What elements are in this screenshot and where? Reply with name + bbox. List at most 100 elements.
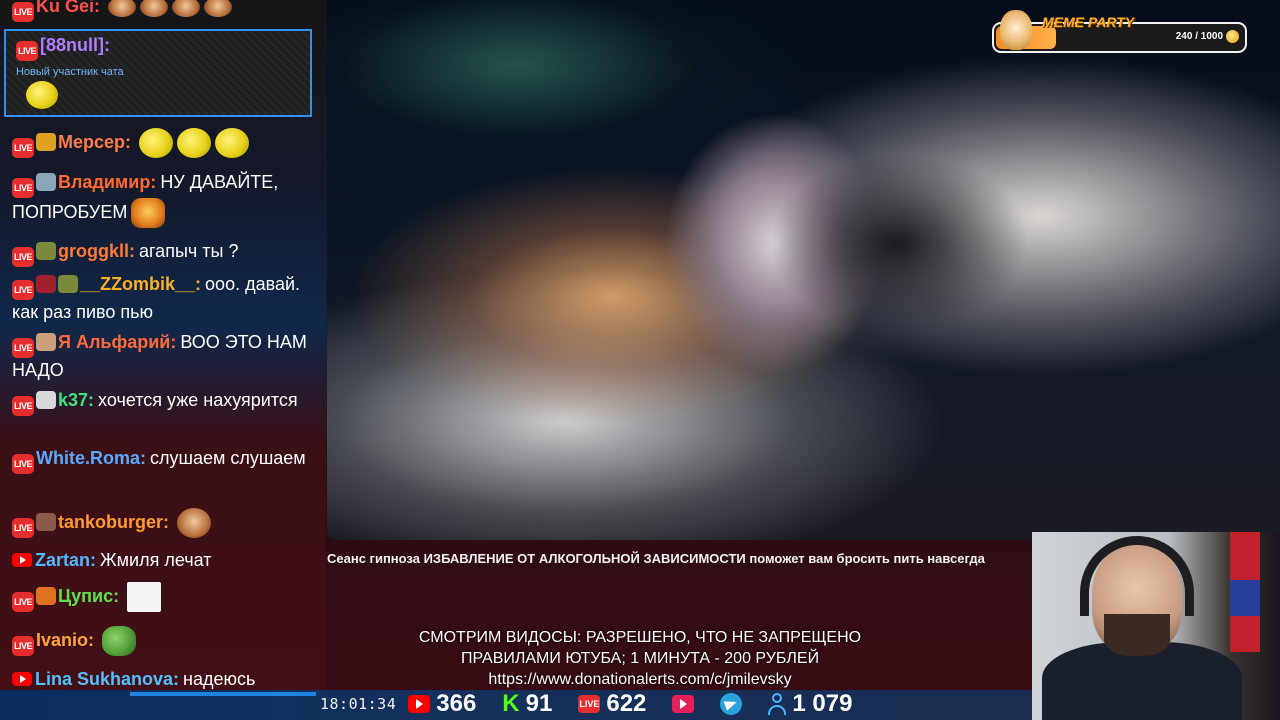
chat-username: k37:	[58, 390, 95, 410]
emote-icon	[140, 0, 169, 18]
youtube-viewer-count: 366	[436, 690, 477, 717]
chat-username: groggkll:	[58, 241, 135, 261]
badge-icon	[36, 242, 56, 260]
emote-icon	[177, 508, 212, 538]
chat-message: LIVE Ivanio:	[12, 626, 318, 656]
announcement-line: ПРАВИЛАМИ ЮТУБА; 1 МИНУТА - 200 РУБЛЕЙ	[460, 650, 820, 667]
total-viewer-count: 1 079	[792, 690, 853, 717]
live-viewer-count: 622	[606, 690, 647, 717]
badge-icon	[36, 132, 56, 151]
donation-link[interactable]: https://www.donationalerts.com/c/jmilevs…	[340, 669, 940, 690]
pepe-emote-icon	[139, 128, 174, 158]
video-player[interactable]	[327, 0, 1280, 540]
chat-text: Жмиля лечат	[100, 550, 212, 570]
badge-icon	[36, 512, 56, 531]
chat-message: LIVE groggkll: агапыч ты ?	[12, 239, 318, 267]
badge-icon	[36, 391, 56, 409]
chat-message: LIVE Я Альфарий: ВОО ЭТО НАМ НАДО	[12, 330, 318, 383]
chat-username: Ku Gei:	[36, 0, 101, 16]
chat-username: __ZZombik__:	[80, 274, 202, 294]
live-badge-icon: LIVE	[12, 137, 34, 158]
live-badge-icon: LIVE	[12, 178, 34, 198]
badge-icon	[36, 275, 56, 293]
cat-emote-icon	[131, 198, 166, 228]
chat-username: tankoburger:	[58, 511, 170, 532]
live-icon: LIVE	[578, 695, 601, 713]
doge-icon	[1000, 10, 1032, 50]
pepe-emote-icon	[215, 128, 250, 158]
chat-message: LIVE k37: хочется уже нахуярится	[12, 388, 318, 416]
emote-icon	[127, 582, 162, 612]
meme-party-widget: MEME PARTY 240 / 1000	[992, 10, 1247, 53]
live-badge-icon: LIVE	[12, 517, 34, 538]
emote-icon	[172, 0, 201, 18]
chat-message: LIVE White.Roma: слушаем слушаем	[12, 446, 318, 474]
streamer-beard	[1104, 614, 1170, 656]
live-badge-icon: LIVE	[12, 454, 34, 474]
chat-message: LIVE Мерсер:	[12, 128, 318, 158]
live-badge-icon: LIVE	[16, 41, 38, 61]
badge-icon	[36, 333, 56, 351]
meme-party-progress: 240 / 1000	[1175, 31, 1223, 42]
coin-icon	[1226, 30, 1239, 43]
live-badge-icon: LIVE	[12, 2, 34, 22]
badge-icon	[36, 173, 56, 191]
video-title-rest: ИЗБАВЛЕНИЕ ОТ АЛКОГОЛЬНОЙ ЗАВИСИМОСТИ по…	[423, 551, 985, 566]
youtube-icon	[12, 672, 32, 686]
video-title: Сеанс гипноза ИЗБАВЛЕНИЕ ОТ АЛКОГОЛЬНОЙ …	[327, 551, 1037, 566]
live-badge-icon: LIVE	[12, 280, 34, 300]
bottom-bar-accent	[130, 692, 316, 696]
live-badge-icon: LIVE	[12, 338, 34, 358]
telegram-icon	[720, 693, 743, 715]
announcement-banner: СМОТРИМ ВИДОСЫ: РАЗРЕШЕНО, ЧТО НЕ ЗАПРЕЩ…	[340, 627, 940, 690]
stream-clock: 18:01:34	[320, 695, 397, 713]
chat-username: Я Альфарий:	[58, 332, 177, 352]
flag-decoration	[1230, 532, 1260, 652]
live-badge-icon: LIVE	[12, 635, 34, 656]
chat-username: LIVE [88null]:	[16, 35, 110, 61]
video-title-prefix: Сеанс гипноза	[327, 551, 420, 566]
live-badge-icon: LIVE	[12, 591, 34, 612]
headset-icon	[1080, 536, 1194, 616]
chat-username: Zartan:	[35, 550, 97, 570]
chat-text: слушаем слушаем	[150, 448, 306, 468]
chat-username: Мерсер:	[58, 131, 132, 152]
chat-username: Владимир:	[58, 172, 157, 192]
chat-message: LIVE Цупис:	[12, 582, 318, 612]
live-badge-icon: LIVE	[12, 396, 34, 416]
chat-text: хочется уже нахуярится	[98, 390, 298, 410]
highlighted-chat-message: LIVE [88null]: Новый участник чата	[4, 29, 312, 117]
viewer-stats: 18:01:34 366 K 91 LIVE 622 1 079	[320, 690, 852, 718]
live-badge-icon: LIVE	[12, 247, 34, 267]
chat-username: Lina Sukhanova:	[35, 669, 180, 689]
chat-username: Цупис:	[58, 585, 120, 606]
chat-message: LIVE Владимир: НУ ДАВАЙТЕ, ПОПРОБУЕМ	[12, 170, 318, 228]
emote-icon	[204, 0, 233, 18]
youtube-icon	[408, 695, 431, 713]
chat-message: LIVE __ZZombik__: ооо. давай. как раз пиво…	[12, 272, 318, 325]
kick-viewer-count: 91	[525, 690, 553, 717]
chat-username: Ivanio:	[36, 629, 95, 650]
vk-video-icon	[672, 695, 695, 713]
kick-icon: K	[502, 690, 520, 717]
user-icon	[768, 693, 787, 715]
frog-emote-icon	[102, 626, 137, 656]
chat-message: LIVE tankoburger:	[12, 508, 318, 538]
pepe-emote-icon	[177, 128, 212, 158]
chat-username: White.Roma:	[36, 448, 146, 468]
chat-message: LIVE Ku Gei:	[12, 0, 318, 22]
video-frame-shade	[768, 153, 1029, 333]
badge-icon	[36, 586, 56, 605]
badge-icon	[58, 275, 78, 293]
meme-party-title: MEME PARTY	[1042, 14, 1135, 30]
chat-panel: LIVE Ku Gei: LIVE [88null]: Новый участник…	[0, 0, 326, 720]
new-chatter-note: Новый участник чата	[16, 66, 124, 78]
webcam-feed	[1032, 532, 1280, 720]
chat-message: Zartan: Жмиля лечат	[12, 548, 318, 573]
highlight-username: [88null]:	[40, 35, 110, 55]
pepe-emote-icon	[26, 81, 58, 109]
announcement-line: СМОТРИМ ВИДОСЫ: РАЗРЕШЕНО, ЧТО НЕ ЗАПРЕЩ…	[418, 629, 862, 646]
chat-text: агапыч ты ?	[139, 241, 239, 261]
emote-icon	[108, 0, 137, 18]
youtube-icon	[12, 553, 32, 567]
